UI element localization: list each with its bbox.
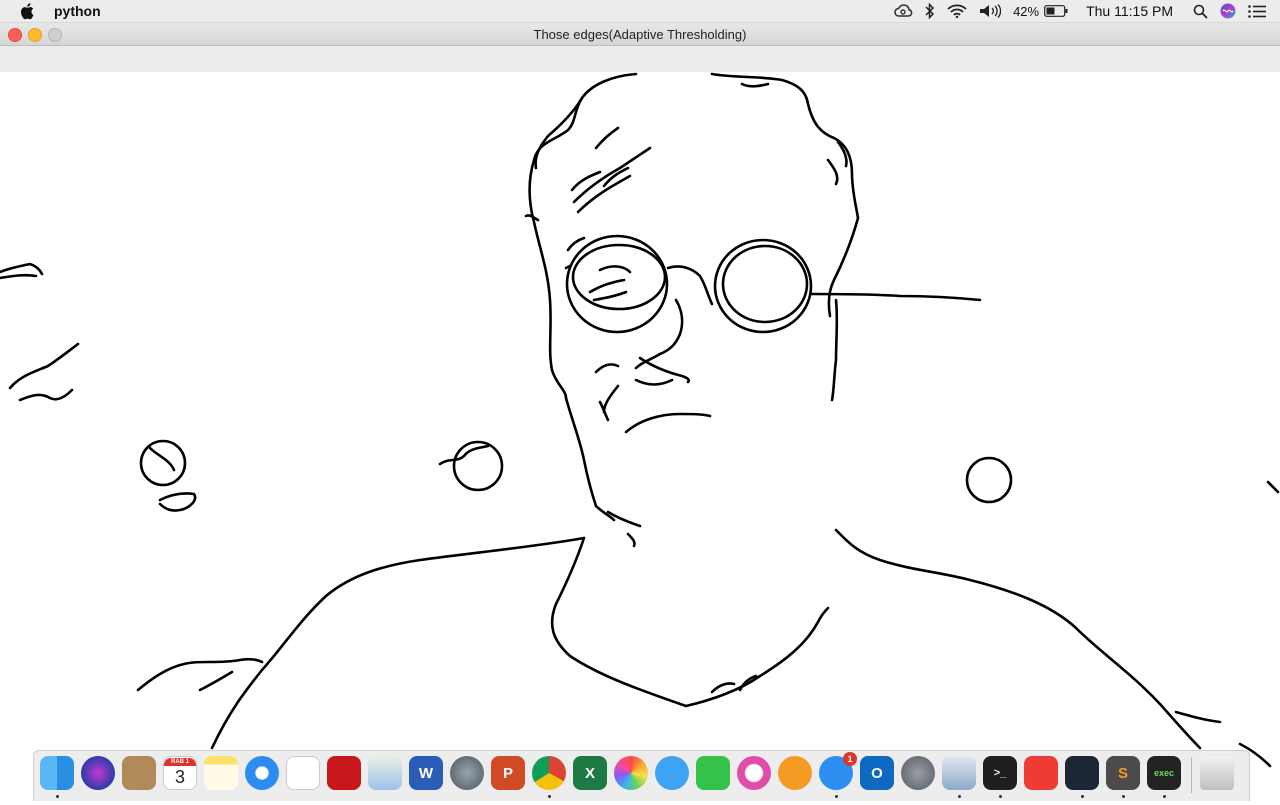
- edge-nose: [634, 298, 691, 384]
- edge-shirt-collar-right: [684, 606, 830, 708]
- notification-center-icon[interactable]: [1248, 0, 1266, 22]
- dock-python-launcher-icon[interactable]: [942, 756, 976, 790]
- edge-hair-right: [740, 82, 839, 186]
- edge-brow-left-b: [576, 174, 632, 214]
- dock-exec-label: exec: [1153, 768, 1175, 778]
- edge-mouth: [624, 412, 712, 434]
- dock-facetime-icon[interactable]: [696, 756, 730, 790]
- dock-word-label: W: [418, 764, 434, 782]
- dock-reminders-icon[interactable]: [286, 756, 320, 790]
- dock-sublime-text-icon[interactable]: S: [1106, 756, 1140, 790]
- dock-powerpoint-icon[interactable]: P: [491, 756, 525, 790]
- dock-exec-running-indicator: [1163, 795, 1166, 798]
- edge-cheek-left: [598, 384, 620, 422]
- dock-chrome-icon[interactable]: [532, 756, 566, 790]
- search-icon[interactable]: [1193, 0, 1208, 22]
- app-menu-name[interactable]: python: [54, 3, 101, 19]
- edge-bg-circle-3: [139, 439, 187, 487]
- siri-icon[interactable]: [1220, 0, 1236, 22]
- dock-chrome-running-indicator: [548, 795, 551, 798]
- edge-temple-left: [564, 236, 586, 270]
- dock: 3 RAB 1 W P X 1 O >_ Sexec: [33, 750, 1250, 801]
- dock-app-store-badge: 1: [843, 752, 857, 766]
- dock-preview-icon[interactable]: [368, 756, 402, 790]
- dock-filmora-running-indicator: [1081, 795, 1084, 798]
- dock-app-store-running-indicator: [835, 795, 838, 798]
- battery-icon[interactable]: [1044, 0, 1068, 22]
- clock[interactable]: Thu 11:15 PM: [1086, 0, 1173, 22]
- edge-bg-scribble-5: [0, 262, 44, 280]
- creative-cloud-icon[interactable]: [893, 0, 913, 22]
- dock-terminal-label: >_: [993, 767, 1007, 779]
- dock-system-preferences-icon[interactable]: [901, 756, 935, 790]
- edge-head-top: [710, 72, 860, 318]
- dock-trash-icon[interactable]: [1200, 756, 1234, 790]
- edge-bg-scribble-4: [8, 342, 80, 402]
- dock-anydesk-icon[interactable]: [1024, 756, 1058, 790]
- edge-shoulder-right: [834, 528, 1202, 750]
- dock-filmora-icon[interactable]: [1065, 756, 1099, 790]
- dock-calendar-icon[interactable]: 3 RAB 1: [163, 756, 197, 790]
- edge-shirt-collar-left: [550, 536, 688, 708]
- dock-launchpad-icon[interactable]: [450, 756, 484, 790]
- window-titlebar[interactable]: Those edges(Adaptive Thresholding): [0, 23, 1280, 46]
- dock-safari-icon[interactable]: [245, 756, 279, 790]
- menu-bar: python 42% Thu 11:15 PM: [0, 0, 1280, 23]
- dock-terminal-running-indicator: [999, 795, 1002, 798]
- edge-bg-scribble-1: [438, 444, 490, 466]
- edge-brow-left: [572, 146, 652, 204]
- edge-bridge: [666, 265, 714, 306]
- dock-powerpoint-label: P: [502, 764, 513, 782]
- dock-finder-icon[interactable]: [40, 756, 74, 790]
- window-title: Those edges(Adaptive Thresholding): [533, 27, 747, 42]
- dock-itunes-icon[interactable]: [737, 756, 771, 790]
- dock-sublime-text-label: S: [1117, 764, 1128, 782]
- dock-contacts-icon[interactable]: [122, 756, 156, 790]
- edge-glasses-left-outer: [565, 234, 669, 334]
- edge-drawing: [0, 72, 1280, 768]
- dock-calendar-month-label: RAB 1: [164, 758, 196, 766]
- battery-percent[interactable]: 42%: [1013, 0, 1039, 22]
- dock-calendar-label: 3: [174, 766, 185, 787]
- dock-sublime-text-running-indicator: [1122, 795, 1125, 798]
- edge-glasses-right-outer: [713, 238, 813, 334]
- dock-word-icon[interactable]: W: [409, 756, 443, 790]
- dock-terminal-icon[interactable]: >_: [983, 756, 1017, 790]
- apple-menu-icon[interactable]: [20, 2, 36, 20]
- dock-excel-label: X: [584, 764, 595, 782]
- edge-glasses-right-inner: [721, 244, 809, 324]
- edge-image-canvas: [0, 72, 1280, 800]
- edge-bg-scribble-6: [1174, 480, 1280, 768]
- edge-temple-right: [810, 292, 982, 302]
- dock-excel-icon[interactable]: X: [573, 756, 607, 790]
- dock-notes-icon[interactable]: [204, 756, 238, 790]
- edge-neck: [594, 504, 642, 548]
- edge-glasses-left-inner: [571, 243, 667, 311]
- edge-jaw-left: [564, 396, 598, 508]
- edge-nostrils: [594, 363, 674, 386]
- dock-photos-icon[interactable]: [614, 756, 648, 790]
- dock-books-icon[interactable]: [778, 756, 812, 790]
- dock-acrobat-icon[interactable]: [327, 756, 361, 790]
- edge-bg-scribble-3: [148, 446, 197, 512]
- dock-python-launcher-running-indicator: [958, 795, 961, 798]
- dock-outlook-label: O: [871, 764, 883, 782]
- wifi-icon[interactable]: [947, 0, 967, 22]
- dock-exec-icon[interactable]: exec: [1147, 756, 1181, 790]
- edge-arm-left: [136, 657, 264, 692]
- dock-app-store-icon[interactable]: 1: [819, 752, 857, 790]
- edge-shoulder-left: [210, 536, 586, 750]
- dock-separator: [1191, 757, 1192, 793]
- bluetooth-icon[interactable]: [925, 0, 935, 22]
- dock-siri-icon[interactable]: [81, 756, 115, 790]
- dock-messages-icon[interactable]: [655, 756, 689, 790]
- edge-bg-circle-2: [965, 456, 1013, 504]
- window-toolbar: [0, 46, 1280, 72]
- edge-left-eye: [588, 265, 632, 302]
- dock-outlook-icon[interactable]: O: [860, 756, 894, 790]
- edge-jaw-right: [830, 298, 839, 402]
- dock-finder-running-indicator: [56, 795, 59, 798]
- volume-icon[interactable]: [979, 0, 1002, 22]
